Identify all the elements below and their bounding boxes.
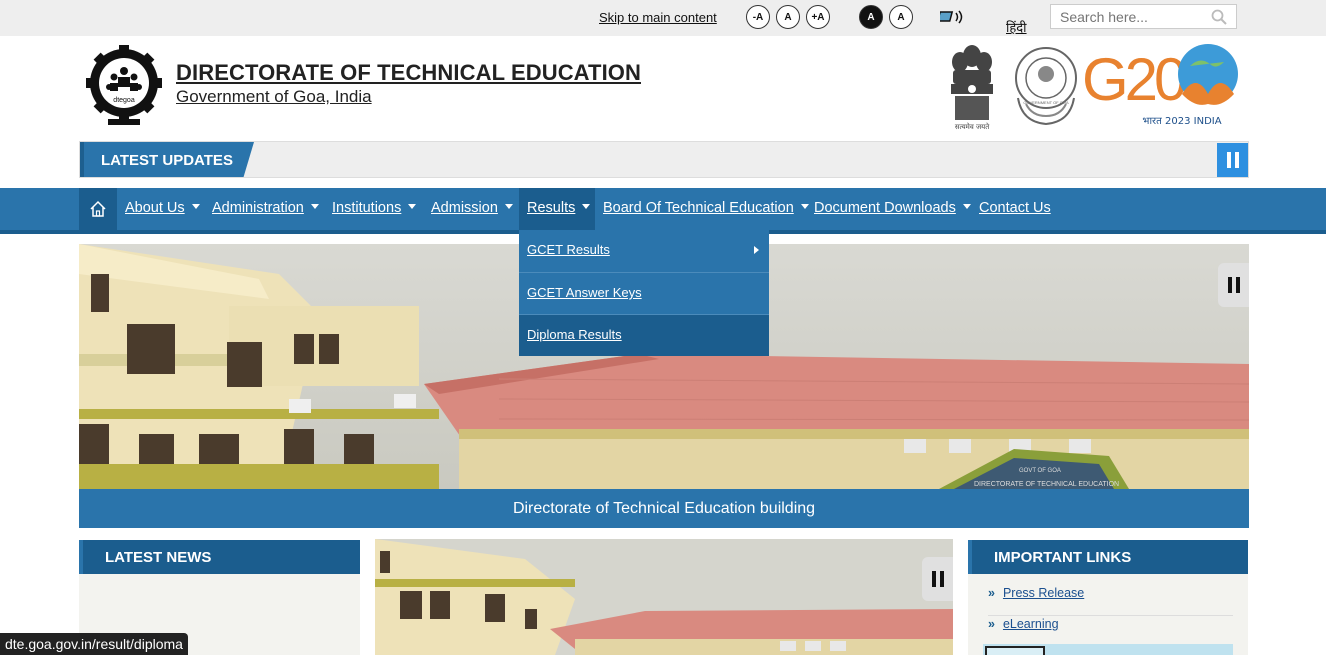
caret-down-icon <box>800 204 809 209</box>
menu-item-diploma-results[interactable]: Diploma Results <box>519 314 769 356</box>
nav-home-button[interactable] <box>79 188 117 230</box>
nav-item-label: Board Of Technical Education <box>603 200 794 216</box>
nav-item-admission[interactable]: Admission <box>431 188 513 230</box>
ticker-pause-button[interactable] <box>1217 143 1248 177</box>
nav-item-label: Document Downloads <box>814 200 956 216</box>
logo-caption: dtegoa <box>113 97 135 104</box>
important-links-panel: IMPORTANT LINKS » Press Release » eLearnin… <box>968 540 1248 655</box>
search-icon[interactable] <box>1211 9 1227 25</box>
slider-pause-button[interactable] <box>1218 263 1249 307</box>
caret-down-icon <box>962 204 971 209</box>
results-dropdown-menu: GCET Results GCET Answer Keys Diploma Re… <box>519 230 769 356</box>
menu-item-gcet-results[interactable]: GCET Results <box>519 230 769 272</box>
status-url-tooltip: dte.goa.gov.in/result/diploma <box>0 633 188 655</box>
site-title[interactable]: DIRECTORATE OF TECHNICAL EDUCATION <box>176 60 641 86</box>
skip-to-main-link[interactable]: Skip to main content <box>599 10 717 25</box>
link-item-elearning[interactable]: » eLearning <box>988 617 1233 647</box>
gallery-pause-button[interactable] <box>922 557 953 601</box>
building-sign-text: GOVT OF GOA <box>1019 468 1061 474</box>
g20-caption: भारत 2023 INDIA <box>1142 116 1221 127</box>
screen-reader-icon[interactable] <box>940 9 968 25</box>
building-photo-small <box>375 539 953 655</box>
nav-item-label: About Us <box>125 200 185 216</box>
pause-icon <box>1227 277 1240 293</box>
font-decrease-button[interactable]: -A <box>746 5 770 29</box>
nav-item-label: Contact Us <box>979 200 1051 216</box>
nav-item-institutions[interactable]: Institutions <box>332 188 417 230</box>
nav-item-label: Administration <box>212 200 304 216</box>
gallery-slider-image <box>375 539 953 655</box>
menu-item-label: Diploma Results <box>527 327 622 342</box>
latest-news-heading: LATEST NEWS <box>79 540 360 574</box>
font-normal-button[interactable]: A <box>776 5 800 29</box>
chevron-double-right-icon: » <box>988 617 995 631</box>
dte-logo[interactable]: dtegoa <box>86 45 162 129</box>
nav-item-label: Institutions <box>332 200 402 216</box>
font-increase-button[interactable]: +A <box>806 5 830 29</box>
nav-item-contact-us[interactable]: Contact Us <box>979 188 1051 230</box>
nav-item-label: Admission <box>431 200 498 216</box>
chevron-right-icon <box>754 246 759 254</box>
search-input[interactable] <box>1051 5 1201 28</box>
menu-item-label: GCET Answer Keys <box>527 285 642 300</box>
link-item-press-release[interactable]: » Press Release <box>988 586 1233 616</box>
top-utility-bar: Skip to main content -A A +A A A हिंदी <box>0 0 1326 36</box>
site-subtitle[interactable]: Government of Goa, India <box>176 87 372 107</box>
emblem-motto: सत्यमेव जयते <box>955 122 990 131</box>
main-navigation: About Us Administration Institutions Adm… <box>0 188 1326 234</box>
national-emblem-icon: सत्यमेव जयते <box>951 45 993 131</box>
caret-down-icon <box>582 204 591 209</box>
latest-updates-ticker: LATEST UPDATES <box>79 141 1249 178</box>
slider-caption: Directorate of Technical Education build… <box>79 489 1249 528</box>
pause-icon <box>931 571 944 587</box>
home-icon <box>90 200 106 217</box>
caret-down-icon <box>504 204 513 209</box>
building-sign-text-2: DIRECTORATE OF TECHNICAL EDUCATION <box>974 481 1119 488</box>
link-banner-thumbnail[interactable] <box>985 646 1045 655</box>
g20-mark: G20 <box>1082 46 1186 113</box>
nav-item-about-us[interactable]: About Us <box>125 188 200 230</box>
search-box <box>1050 4 1237 29</box>
hindi-language-link[interactable]: हिंदी <box>1006 18 1027 36</box>
pause-icon <box>1226 152 1239 168</box>
caret-down-icon <box>408 204 417 209</box>
link-label[interactable]: Press Release <box>1003 586 1084 600</box>
caret-down-icon <box>191 204 200 209</box>
nav-item-document-downloads[interactable]: Document Downloads <box>814 188 971 230</box>
goa-government-seal-icon: GOVERNMENT OF GOA <box>1015 47 1077 126</box>
normal-contrast-button[interactable]: A <box>889 5 913 29</box>
menu-item-label: GCET Results <box>527 242 610 257</box>
menu-item-gcet-answer-keys[interactable]: GCET Answer Keys <box>519 272 769 314</box>
seal-text: GOVERNMENT OF GOA <box>1023 100 1069 105</box>
nav-item-board-of-technical-education[interactable]: Board Of Technical Education <box>603 188 809 230</box>
nav-item-label: Results <box>527 200 576 216</box>
g20-logo: G20 भारत 2023 INDIA <box>1082 44 1238 127</box>
nav-item-results[interactable]: Results <box>519 188 595 230</box>
caret-down-icon <box>310 204 319 209</box>
latest-updates-label: LATEST UPDATES <box>80 142 254 177</box>
nav-item-administration[interactable]: Administration <box>212 188 319 230</box>
important-links-heading: IMPORTANT LINKS <box>968 540 1248 574</box>
chevron-double-right-icon: » <box>988 586 995 600</box>
link-label[interactable]: eLearning <box>1003 617 1059 631</box>
high-contrast-button[interactable]: A <box>859 5 883 29</box>
